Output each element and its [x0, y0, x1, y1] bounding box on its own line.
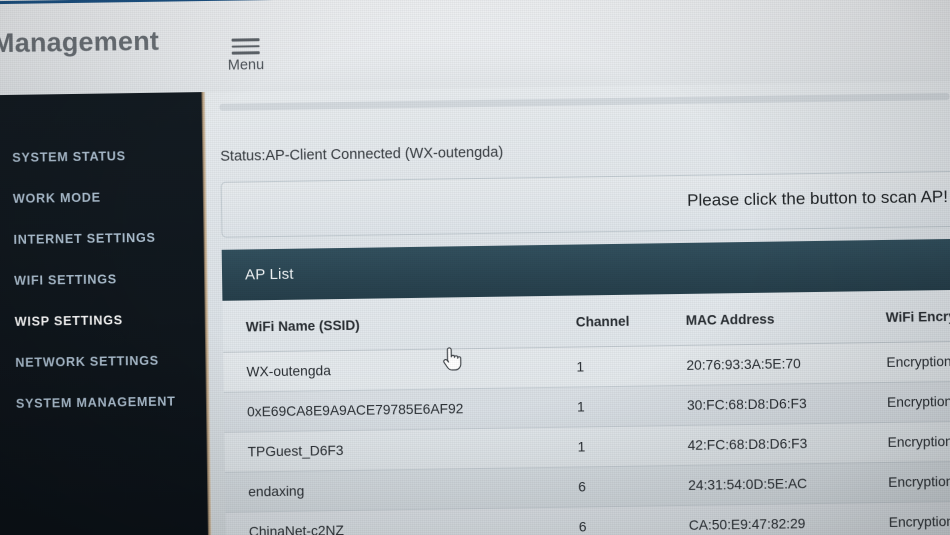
cell-encryption: Encryption — [886, 380, 950, 423]
cell-channel: 1 — [577, 425, 688, 468]
sidebar-item-label: WORK MODE — [12, 190, 101, 206]
cell-encryption: Encryption — [888, 500, 950, 535]
cell-mac: 42:FC:68:D8:D6:F3 — [687, 422, 888, 466]
cell-mac: 30:FC:68:D8:D6:F3 — [686, 382, 888, 426]
screen-photo: P Management Menu SYSTEM STATUS WORK MOD… — [0, 0, 950, 535]
cell-mac: CA:50:E9:47:82:29 — [688, 502, 890, 535]
column-header-encryption[interactable]: WiFi Encryption — [885, 288, 950, 343]
breadcrumb — [219, 92, 950, 111]
ap-list-table: WiFi Name (SSID) Channel MAC Address WiF… — [222, 288, 950, 535]
connection-status-text: Status:AP-Client Connected (WX-outengda) — [220, 144, 504, 165]
sidebar-item-wifi-settings[interactable]: WIFI SETTINGS — [0, 257, 204, 301]
page-title: P Management — [0, 25, 160, 59]
cell-channel: 6 — [577, 465, 689, 508]
column-header-mac[interactable]: MAC Address — [685, 290, 887, 346]
cell-mac: 24:31:54:0D:5E:AC — [687, 462, 889, 506]
sidebar-item-label: NETWORK SETTINGS — [15, 353, 159, 370]
sidebar-top-spacer — [0, 92, 202, 137]
column-header-ssid[interactable]: WiFi Name (SSID) — [222, 295, 577, 353]
sidebar-item-label: SYSTEM MANAGEMENT — [15, 394, 176, 411]
cell-encryption: Encryption — [887, 420, 950, 463]
ap-list-table-body: WX-outengda 1 20:76:93:3A:5E:70 Encrypti… — [223, 340, 950, 535]
cell-mac: 20:76:93:3A:5E:70 — [686, 342, 887, 386]
sidebar-nav: SYSTEM STATUS WORK MODE INTERNET SETTING… — [0, 92, 209, 535]
ap-list-card-body: WiFi Name (SSID) Channel MAC Address WiF… — [222, 288, 950, 535]
cell-encryption: Encryption — [886, 340, 950, 383]
cell-ssid: WX-outengda — [223, 347, 577, 393]
cell-ssid: endaxing — [224, 467, 579, 513]
main-content: Status:AP-Client Connected (WX-outengda)… — [205, 80, 950, 535]
scan-hint-message: Please click the button to scan AP! — [687, 187, 949, 210]
sidebar-item-system-status[interactable]: SYSTEM STATUS — [0, 134, 203, 178]
cell-ssid: ChinaNet-c2NZ — [225, 507, 580, 535]
sidebar-item-system-management[interactable]: SYSTEM MANAGEMENT — [0, 380, 206, 424]
sidebar-item-internet-settings[interactable]: INTERNET SETTINGS — [0, 216, 204, 260]
cell-channel: 1 — [576, 345, 687, 388]
sidebar-item-wisp-settings[interactable]: WISP SETTINGS — [0, 298, 205, 342]
sidebar-item-label: WISP SETTINGS — [14, 312, 123, 329]
sidebar-item-label: INTERNET SETTINGS — [13, 230, 156, 247]
sidebar-item-label: SYSTEM STATUS — [12, 148, 126, 165]
column-header-channel[interactable]: Channel — [575, 293, 687, 348]
menu-button-label: Menu — [227, 57, 265, 74]
router-admin-ui: P Management Menu SYSTEM STATUS WORK MOD… — [0, 0, 950, 535]
ap-list-title: AP List — [244, 265, 294, 284]
cell-encryption: Encryption — [887, 460, 950, 503]
cell-channel: 6 — [578, 505, 690, 535]
menu-button[interactable]: Menu — [216, 38, 277, 74]
cell-ssid: TPGuest_D6F3 — [224, 427, 578, 473]
sidebar-item-label: WIFI SETTINGS — [13, 271, 118, 288]
ap-list-card: AP List WiFi Name (SSID) Channel MAC Add… — [221, 238, 950, 535]
scan-ap-panel: Please click the button to scan AP! — [220, 170, 950, 238]
cell-ssid: 0xE69CA8E9A9ACE79785E6AF92 — [223, 387, 578, 433]
sidebar-item-work-mode[interactable]: WORK MODE — [0, 175, 203, 219]
hamburger-menu-icon — [231, 38, 260, 56]
sidebar-item-network-settings[interactable]: NETWORK SETTINGS — [0, 339, 206, 383]
cell-channel: 1 — [576, 385, 688, 428]
